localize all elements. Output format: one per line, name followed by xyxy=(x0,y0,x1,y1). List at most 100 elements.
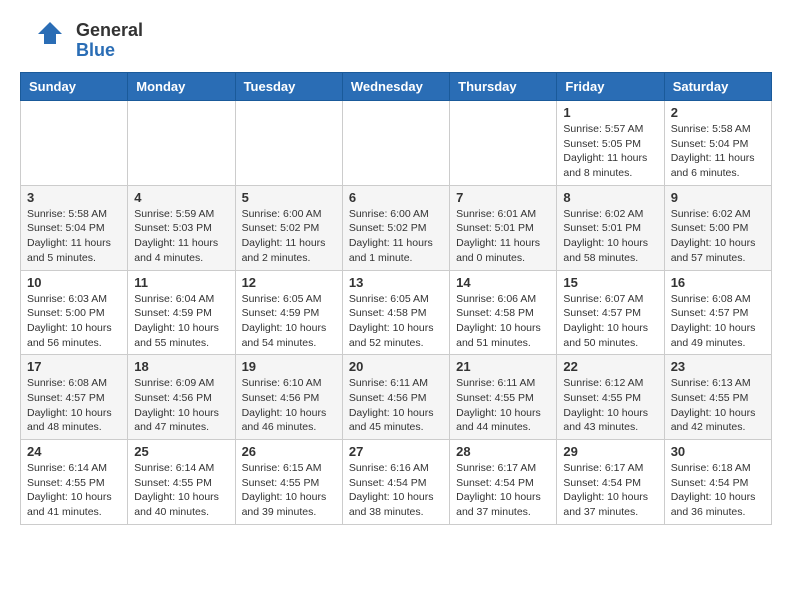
day-info: Sunrise: 5:58 AMSunset: 5:04 PMDaylight:… xyxy=(27,207,121,266)
calendar-empty-cell xyxy=(235,101,342,186)
day-number: 15 xyxy=(563,275,657,290)
day-number: 16 xyxy=(671,275,765,290)
day-info: Sunrise: 5:57 AMSunset: 5:05 PMDaylight:… xyxy=(563,122,657,181)
day-number: 12 xyxy=(242,275,336,290)
calendar-day-9: 9 Sunrise: 6:02 AMSunset: 5:00 PMDaylight… xyxy=(664,185,771,270)
day-info: Sunrise: 6:17 AMSunset: 4:54 PMDaylight:… xyxy=(563,461,657,520)
calendar-day-23: 23 Sunrise: 6:13 AMSunset: 4:55 PMDayligh… xyxy=(664,355,771,440)
day-info: Sunrise: 6:11 AMSunset: 4:55 PMDaylight:… xyxy=(456,376,550,435)
day-info: Sunrise: 6:16 AMSunset: 4:54 PMDaylight:… xyxy=(349,461,443,520)
calendar-day-13: 13 Sunrise: 6:05 AMSunset: 4:58 PMDayligh… xyxy=(342,270,449,355)
day-info: Sunrise: 5:58 AMSunset: 5:04 PMDaylight:… xyxy=(671,122,765,181)
logo: GeneralBlue xyxy=(20,20,143,62)
day-info: Sunrise: 6:15 AMSunset: 4:55 PMDaylight:… xyxy=(242,461,336,520)
day-info: Sunrise: 6:18 AMSunset: 4:54 PMDaylight:… xyxy=(671,461,765,520)
day-number: 20 xyxy=(349,359,443,374)
calendar-day-14: 14 Sunrise: 6:06 AMSunset: 4:58 PMDayligh… xyxy=(450,270,557,355)
day-info: Sunrise: 6:02 AMSunset: 5:01 PMDaylight:… xyxy=(563,207,657,266)
calendar-day-19: 19Sunrise: 6:10 AMSunset: 4:56 PMDayligh… xyxy=(235,355,342,440)
day-info: Sunrise: 6:03 AMSunset: 5:00 PMDaylight:… xyxy=(27,292,121,351)
day-number: 10 xyxy=(27,275,121,290)
calendar-week-row: 17 Sunrise: 6:08 AMSunset: 4:57 PMDayligh… xyxy=(21,355,772,440)
logo-text: GeneralBlue xyxy=(76,21,143,61)
weekday-header-friday: Friday xyxy=(557,73,664,101)
calendar-week-row: 24 Sunrise: 6:14 AMSunset: 4:55 PMDayligh… xyxy=(21,440,772,525)
calendar-day-1: 1Sunrise: 5:57 AMSunset: 5:05 PMDaylight… xyxy=(557,101,664,186)
day-info: Sunrise: 6:14 AMSunset: 4:55 PMDaylight:… xyxy=(134,461,228,520)
day-number: 27 xyxy=(349,444,443,459)
calendar-day-17: 17 Sunrise: 6:08 AMSunset: 4:57 PMDayligh… xyxy=(21,355,128,440)
calendar-day-2: 2 Sunrise: 5:58 AMSunset: 5:04 PMDaylight… xyxy=(664,101,771,186)
day-number: 23 xyxy=(671,359,765,374)
day-info: Sunrise: 6:11 AMSunset: 4:56 PMDaylight:… xyxy=(349,376,443,435)
calendar-empty-cell xyxy=(450,101,557,186)
logo-svg xyxy=(20,20,70,62)
calendar-day-7: 7Sunrise: 6:01 AMSunset: 5:01 PMDaylight… xyxy=(450,185,557,270)
day-number: 19 xyxy=(242,359,336,374)
day-number: 21 xyxy=(456,359,550,374)
calendar-week-row: 10 Sunrise: 6:03 AMSunset: 5:00 PMDayligh… xyxy=(21,270,772,355)
calendar-day-4: 4 Sunrise: 5:59 AMSunset: 5:03 PMDaylight… xyxy=(128,185,235,270)
day-number: 3 xyxy=(27,190,121,205)
calendar-day-12: 12 Sunrise: 6:05 AMSunset: 4:59 PMDayligh… xyxy=(235,270,342,355)
day-info: Sunrise: 6:12 AMSunset: 4:55 PMDaylight:… xyxy=(563,376,657,435)
day-info: Sunrise: 6:09 AMSunset: 4:56 PMDaylight:… xyxy=(134,376,228,435)
weekday-header-tuesday: Tuesday xyxy=(235,73,342,101)
calendar-day-5: 5Sunrise: 6:00 AMSunset: 5:02 PMDaylight… xyxy=(235,185,342,270)
day-number: 11 xyxy=(134,275,228,290)
day-number: 13 xyxy=(349,275,443,290)
calendar-day-3: 3 Sunrise: 5:58 AMSunset: 5:04 PMDaylight… xyxy=(21,185,128,270)
calendar-day-30: 30 Sunrise: 6:18 AMSunset: 4:54 PMDayligh… xyxy=(664,440,771,525)
weekday-header-monday: Monday xyxy=(128,73,235,101)
day-info: Sunrise: 5:59 AMSunset: 5:03 PMDaylight:… xyxy=(134,207,228,266)
calendar-day-24: 24 Sunrise: 6:14 AMSunset: 4:55 PMDayligh… xyxy=(21,440,128,525)
day-number: 18 xyxy=(134,359,228,374)
day-info: Sunrise: 6:06 AMSunset: 4:58 PMDaylight:… xyxy=(456,292,550,351)
calendar-day-11: 11 Sunrise: 6:04 AMSunset: 4:59 PMDayligh… xyxy=(128,270,235,355)
day-number: 17 xyxy=(27,359,121,374)
calendar-day-28: 28Sunrise: 6:17 AMSunset: 4:54 PMDayligh… xyxy=(450,440,557,525)
day-info: Sunrise: 6:14 AMSunset: 4:55 PMDaylight:… xyxy=(27,461,121,520)
day-info: Sunrise: 6:05 AMSunset: 4:59 PMDaylight:… xyxy=(242,292,336,351)
calendar-day-15: 15 Sunrise: 6:07 AMSunset: 4:57 PMDayligh… xyxy=(557,270,664,355)
day-number: 4 xyxy=(134,190,228,205)
day-info: Sunrise: 6:05 AMSunset: 4:58 PMDaylight:… xyxy=(349,292,443,351)
day-number: 6 xyxy=(349,190,443,205)
calendar-day-10: 10 Sunrise: 6:03 AMSunset: 5:00 PMDayligh… xyxy=(21,270,128,355)
day-number: 8 xyxy=(563,190,657,205)
calendar-empty-cell xyxy=(128,101,235,186)
day-number: 24 xyxy=(27,444,121,459)
calendar-week-row: 3 Sunrise: 5:58 AMSunset: 5:04 PMDaylight… xyxy=(21,185,772,270)
day-info: Sunrise: 6:13 AMSunset: 4:55 PMDaylight:… xyxy=(671,376,765,435)
weekday-header-wednesday: Wednesday xyxy=(342,73,449,101)
weekday-header-sunday: Sunday xyxy=(21,73,128,101)
calendar-day-6: 6 Sunrise: 6:00 AMSunset: 5:02 PMDaylight… xyxy=(342,185,449,270)
day-number: 2 xyxy=(671,105,765,120)
day-number: 29 xyxy=(563,444,657,459)
logo-blue: Blue xyxy=(76,41,143,61)
day-number: 22 xyxy=(563,359,657,374)
day-info: Sunrise: 6:17 AMSunset: 4:54 PMDaylight:… xyxy=(456,461,550,520)
calendar-day-21: 21 Sunrise: 6:11 AMSunset: 4:55 PMDayligh… xyxy=(450,355,557,440)
calendar-week-row: 1Sunrise: 5:57 AMSunset: 5:05 PMDaylight… xyxy=(21,101,772,186)
calendar-empty-cell xyxy=(21,101,128,186)
day-info: Sunrise: 6:00 AMSunset: 5:02 PMDaylight:… xyxy=(349,207,443,266)
calendar-day-16: 16Sunrise: 6:08 AMSunset: 4:57 PMDayligh… xyxy=(664,270,771,355)
calendar-day-27: 27 Sunrise: 6:16 AMSunset: 4:54 PMDayligh… xyxy=(342,440,449,525)
weekday-header-saturday: Saturday xyxy=(664,73,771,101)
calendar-day-25: 25Sunrise: 6:14 AMSunset: 4:55 PMDayligh… xyxy=(128,440,235,525)
day-info: Sunrise: 6:02 AMSunset: 5:00 PMDaylight:… xyxy=(671,207,765,266)
day-number: 7 xyxy=(456,190,550,205)
day-number: 14 xyxy=(456,275,550,290)
calendar-day-20: 20 Sunrise: 6:11 AMSunset: 4:56 PMDayligh… xyxy=(342,355,449,440)
calendar-day-26: 26Sunrise: 6:15 AMSunset: 4:55 PMDayligh… xyxy=(235,440,342,525)
calendar-day-22: 22 Sunrise: 6:12 AMSunset: 4:55 PMDayligh… xyxy=(557,355,664,440)
day-info: Sunrise: 6:04 AMSunset: 4:59 PMDaylight:… xyxy=(134,292,228,351)
calendar-day-18: 18 Sunrise: 6:09 AMSunset: 4:56 PMDayligh… xyxy=(128,355,235,440)
day-info: Sunrise: 6:08 AMSunset: 4:57 PMDaylight:… xyxy=(27,376,121,435)
page-header: GeneralBlue xyxy=(20,20,772,62)
day-number: 9 xyxy=(671,190,765,205)
day-info: Sunrise: 6:07 AMSunset: 4:57 PMDaylight:… xyxy=(563,292,657,351)
calendar-table: SundayMondayTuesdayWednesdayThursdayFrid… xyxy=(20,72,772,525)
day-number: 30 xyxy=(671,444,765,459)
